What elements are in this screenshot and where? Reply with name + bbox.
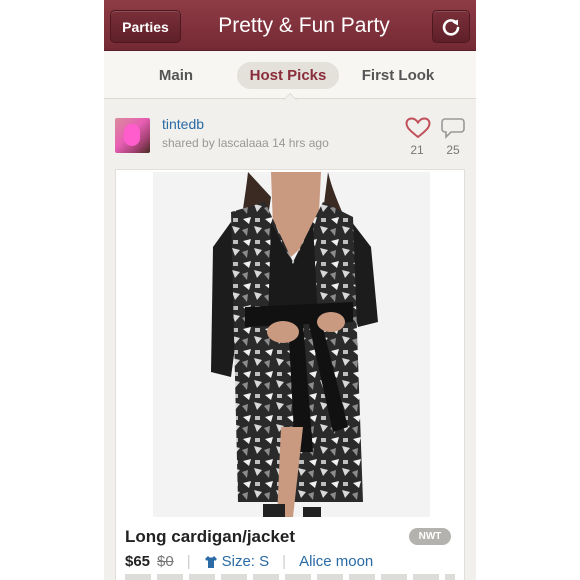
cardigan-photo-illustration [211,172,378,517]
listing-meta: $65 $0 | Size: S | Alice moon [125,553,373,570]
size-link[interactable]: Size: S [222,553,270,570]
listing-title[interactable]: Long cardigan/jacket [125,527,295,547]
listing-photo[interactable] [153,172,430,517]
parties-button[interactable]: Parties [110,10,181,43]
avatar[interactable] [115,118,150,153]
party-title: Pretty & Fun Party [218,14,390,37]
party-tabs: Main Host Picks First Look [104,51,476,100]
description-preview [125,574,455,580]
tab-main[interactable]: Main [146,62,206,89]
listing-card[interactable]: Long cardigan/jacket NWT $65 $0 | Size: … [115,169,465,580]
shirt-icon [204,555,217,568]
speech-bubble-icon[interactable] [441,117,465,139]
like-count: 21 [410,143,424,157]
username-link[interactable]: tintedb [162,116,204,132]
refresh-button[interactable] [432,10,470,43]
brand-link[interactable]: Alice moon [299,553,373,570]
tab-first-look[interactable]: First Look [354,62,442,89]
original-price: $0 [157,553,174,570]
divider: | [186,553,191,570]
heart-icon[interactable] [405,117,431,139]
post-header: tintedb shared by lascalaaa 14 hrs ago 2… [104,100,476,168]
active-tab-indicator [283,93,297,100]
comment-count: 25 [446,143,460,157]
divider: | [282,553,287,570]
price: $65 [125,553,151,570]
app-screen: Parties Pretty & Fun Party Main Host Pic… [104,0,476,580]
top-bar: Parties Pretty & Fun Party [104,0,476,51]
condition-badge: NWT [409,528,451,545]
shared-by-text: shared by lascalaaa 14 hrs ago [162,136,329,150]
refresh-icon [442,18,460,36]
tab-host-picks[interactable]: Host Picks [237,62,339,89]
